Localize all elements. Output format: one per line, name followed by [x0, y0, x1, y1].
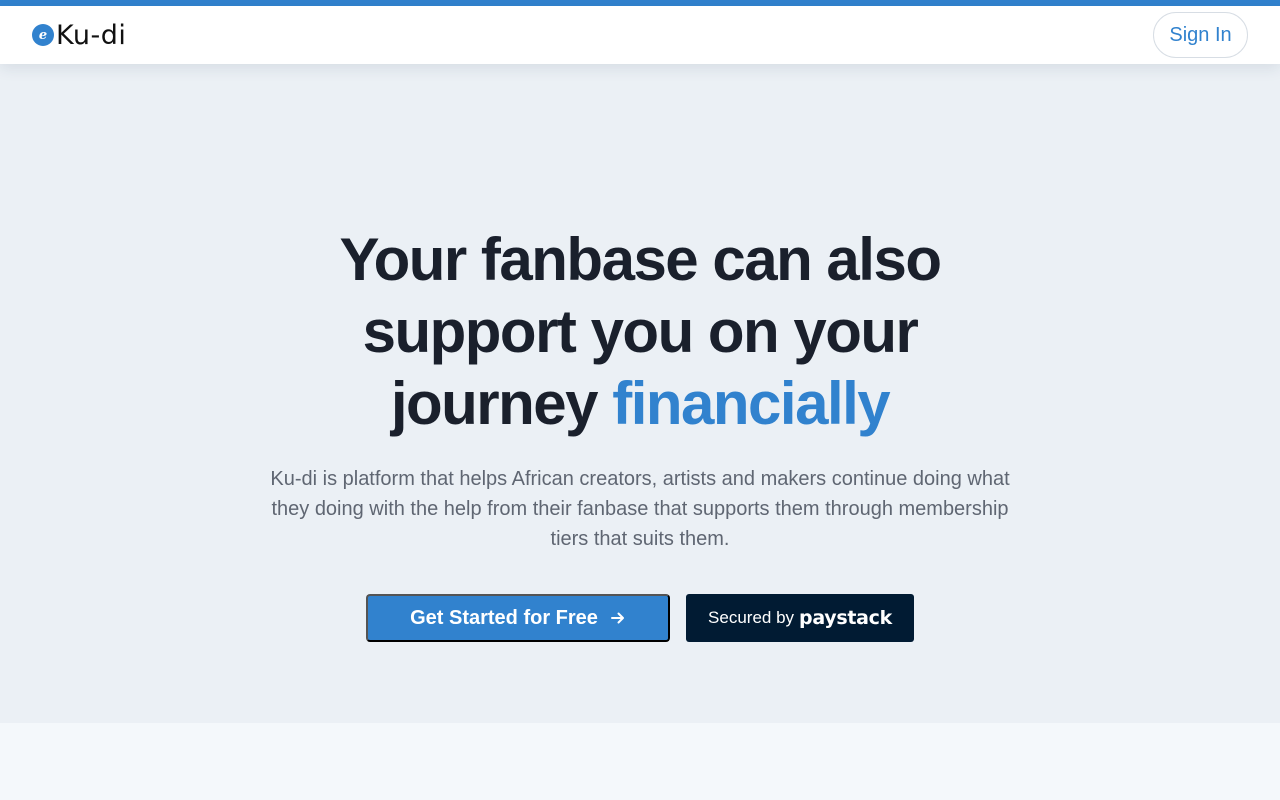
paystack-secured-badge: Secured by paystack: [686, 594, 914, 642]
paystack-logo: paystack: [799, 607, 892, 629]
headline-line-3-prefix: journey: [390, 370, 599, 437]
logo[interactable]: e Ku-di: [32, 18, 126, 52]
headline-line-1: Your fanbase can also: [339, 226, 942, 293]
arrow-right-icon: [610, 612, 624, 624]
hero-headline: Your fanbase can also support you on you…: [240, 224, 1040, 440]
navbar: e Ku-di Sign In: [0, 6, 1280, 64]
headline-line-3: journey financially: [240, 368, 1040, 440]
get-started-label: Get Started for Free: [410, 606, 598, 629]
hero-section: Your fanbase can also support you on you…: [0, 64, 1280, 723]
hero-description: Ku-di is platform that helps African cre…: [270, 468, 1010, 550]
sign-in-button[interactable]: Sign In: [1153, 12, 1248, 58]
logo-badge-icon: e: [32, 24, 54, 46]
get-started-button[interactable]: Get Started for Free: [366, 594, 670, 642]
lower-section: [0, 723, 1280, 800]
secured-by-label: Secured by: [708, 608, 795, 627]
logo-text: Ku-di: [56, 19, 127, 51]
headline-accent-word: financially: [612, 370, 890, 437]
headline-line-2: support you on your: [362, 298, 919, 365]
